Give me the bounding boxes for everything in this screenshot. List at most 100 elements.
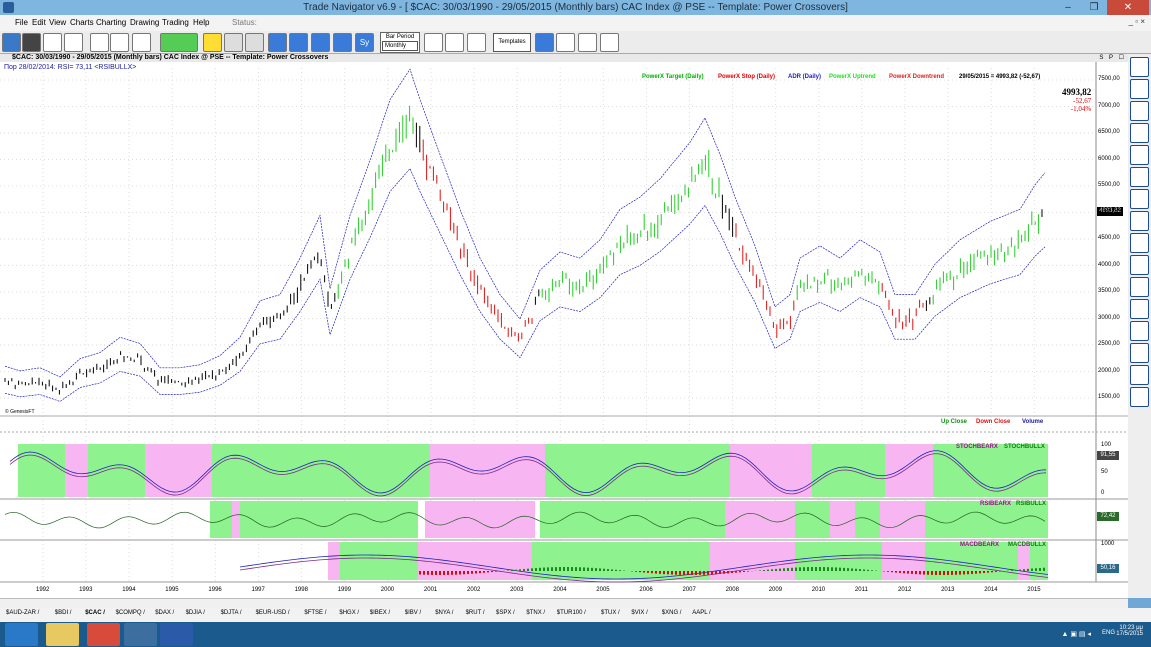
menu-edit[interactable]: Edit (32, 18, 46, 27)
chart-canvas[interactable] (0, 54, 1128, 598)
word-icon[interactable] (160, 623, 193, 646)
menu-charting[interactable]: Charting (96, 18, 126, 27)
bar-period-selector[interactable]: Bar Period Monthly (380, 32, 420, 53)
lower-band (4, 167, 1046, 402)
close-button[interactable]: ✕ (1107, 0, 1149, 15)
stoch-bull-label: STOCHBULLX (1004, 444, 1045, 450)
symbol-tab[interactable]: $TNX / (526, 610, 545, 616)
rsi-bull-zone (210, 501, 232, 538)
ray-icon[interactable] (1130, 277, 1149, 297)
symbol-tab[interactable]: $HGX / (339, 610, 359, 616)
pan-icon[interactable] (1130, 57, 1149, 77)
symbol-tab[interactable]: $CAC / (85, 610, 105, 616)
symbol-icon[interactable]: Sy (355, 33, 374, 52)
bars-compress-icon[interactable] (600, 33, 619, 52)
dollar-icon[interactable] (1130, 189, 1149, 209)
wave-icon[interactable] (467, 33, 486, 52)
symbol-tab[interactable]: $TUR100 / (557, 610, 586, 616)
pitchfork-icon[interactable] (1130, 211, 1149, 231)
symbol-tab[interactable]: $EUR-USD / (256, 610, 290, 616)
symbol-tab[interactable]: $TUX / (601, 610, 620, 616)
menu-file[interactable]: File (15, 18, 28, 27)
minimize-button[interactable]: – (1055, 0, 1081, 15)
refresh-icon[interactable] (2, 33, 21, 52)
horizontal-scrollbar[interactable] (0, 598, 1128, 608)
line-chart-icon[interactable] (268, 33, 287, 52)
tray-clock[interactable]: 10:23 μμ 17/5/2015 (1116, 625, 1143, 637)
symbol-tab[interactable]: $DAX / (155, 610, 174, 616)
calculator-icon[interactable] (203, 33, 222, 52)
symbol-tab[interactable]: $RUT / (466, 610, 485, 616)
tools-icon[interactable] (43, 33, 62, 52)
symbol-tab[interactable]: $IBV / (405, 610, 421, 616)
traffic-light-icon[interactable] (22, 33, 41, 52)
rsi-bear-label: RSIBEARX (980, 501, 1012, 507)
candle-icon[interactable] (445, 33, 464, 52)
symbol-tab[interactable]: $FTSE / (304, 610, 326, 616)
symbol-tab[interactable]: $NYA / (435, 610, 453, 616)
zoom-in-icon[interactable] (1130, 79, 1149, 99)
bar-period-dropdown[interactable]: Monthly (382, 41, 418, 51)
horizontal-line-icon[interactable] (1130, 233, 1149, 253)
symbol-tab[interactable]: $AUD-ZAR / (6, 610, 39, 616)
cloud-icon[interactable] (1130, 123, 1149, 143)
templates-button[interactable]: Templates (493, 33, 531, 52)
maximize-button[interactable]: ❐ (1081, 0, 1107, 15)
chart-add-icon[interactable] (224, 33, 243, 52)
symbol-tab[interactable]: $DJTA / (221, 610, 242, 616)
text-tool-icon[interactable] (1130, 299, 1149, 319)
signal-icon[interactable] (333, 33, 352, 52)
list-icon[interactable] (132, 33, 151, 52)
y-tick: 2000,00 (1098, 367, 1120, 374)
channel-icon[interactable] (1130, 167, 1149, 187)
explorer-icon[interactable] (46, 623, 79, 646)
symbol-tab[interactable]: $IBEX / (370, 610, 390, 616)
bar-style-icon[interactable] (90, 33, 109, 52)
chrome-icon[interactable] (87, 623, 120, 646)
bars-left-icon[interactable] (556, 33, 575, 52)
macd-tick-1000: 1000 (1101, 541, 1115, 547)
trendline-icon[interactable] (1130, 145, 1149, 165)
analysis-icon[interactable] (289, 33, 308, 52)
rsi-bear-zone (830, 501, 855, 538)
symbol-tab[interactable]: $VIX / (631, 610, 647, 616)
trade-navigator-task-icon[interactable] (124, 623, 157, 646)
trade-icon[interactable] (160, 33, 198, 52)
bars-right-icon[interactable] (578, 33, 597, 52)
mdi-controls[interactable]: _ ▫ × (1129, 17, 1145, 26)
symbol-tab[interactable]: $DJIA / (186, 610, 205, 616)
fibonacci-icon[interactable] (1130, 343, 1149, 363)
menu-help[interactable]: Help (193, 18, 209, 27)
symbol-tab[interactable]: AAPL / (692, 610, 710, 616)
zoom-out-icon[interactable] (1130, 101, 1149, 121)
recycle-icon[interactable] (535, 33, 554, 52)
x-tick: 2012 (898, 587, 912, 593)
indicator-icon[interactable] (245, 33, 264, 52)
quote-icon[interactable] (110, 33, 129, 52)
crosshair-icon[interactable] (64, 33, 83, 52)
menu-drawing[interactable]: Drawing (130, 18, 159, 27)
fib-extension-icon[interactable] (1130, 365, 1149, 385)
vertical-line-icon[interactable] (1130, 255, 1149, 275)
tray-date: 17/5/2015 (1116, 631, 1143, 637)
window-title: Trade Navigator v6.9 - [ $CAC: 30/03/199… (303, 2, 848, 13)
symbol-tab[interactable]: $BDI / (55, 610, 72, 616)
rsi-bull-zone (855, 501, 880, 538)
x-tick: 2015 (1027, 587, 1041, 593)
tray-icons[interactable]: ▲ ▣ ▤ ◂ (1061, 630, 1091, 638)
ie-icon[interactable] (5, 623, 38, 646)
chart-header: $CAC: 30/03/1990 - 29/05/2015 (Monthly b… (0, 54, 1128, 62)
menu-trading[interactable]: Trading (162, 18, 189, 27)
menu-charts[interactable]: Charts (70, 18, 94, 27)
zoom-chart-icon[interactable] (311, 33, 330, 52)
tray-lang[interactable]: ENG (1102, 630, 1115, 636)
symbol-tab[interactable]: $COMPQ / (116, 610, 145, 616)
x-tick: 2008 (725, 587, 739, 593)
chart-header-buttons[interactable]: S P ☐ (1099, 54, 1126, 61)
menu-view[interactable]: View (49, 18, 66, 27)
gann-fan-icon[interactable] (1130, 387, 1149, 407)
ellipse-icon[interactable] (1130, 321, 1149, 341)
symbol-tab[interactable]: $SPX / (496, 610, 515, 616)
symbol-tab[interactable]: $XNG / (662, 610, 682, 616)
up-down-icon[interactable] (424, 33, 443, 52)
